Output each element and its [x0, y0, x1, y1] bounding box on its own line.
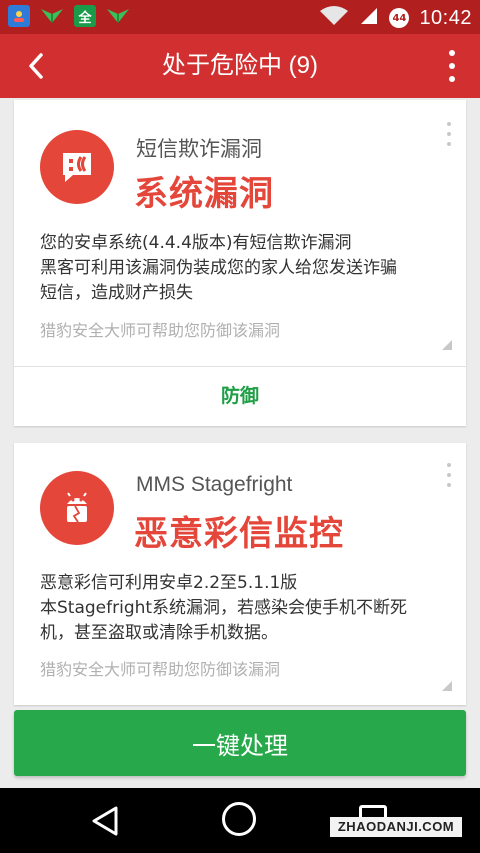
bird-notification-icon [40, 5, 64, 27]
description-line: 黑客可利用该漏洞伪装成您的家人给您发送诈骗 [40, 258, 397, 278]
contacts-app-icon [8, 5, 30, 27]
vulnerability-card: 短信欺诈漏洞 系统漏洞 您的安卓系统(4.4.4版本)有短信欺诈漏洞 黑客可利用… [14, 100, 466, 426]
vulnerability-subtitle: 短信欺诈漏洞 [136, 138, 262, 161]
corner-fold-icon [442, 340, 452, 350]
vulnerability-description: 恶意彩信可利用安卓2.2至5.1.1版 本Stagefright系统漏洞，若感染… [40, 571, 460, 646]
status-time: 10:42 [419, 6, 472, 29]
status-indicators: 44 10:42 [319, 5, 472, 31]
android-broken-icon [40, 471, 114, 545]
defend-button[interactable]: 防御 [14, 367, 466, 425]
bird-notification-icon [106, 5, 130, 27]
corner-fold-icon [442, 681, 452, 691]
back-button[interactable] [18, 48, 54, 84]
notification-icons: 全 [8, 5, 130, 27]
chevron-left-icon [29, 53, 43, 79]
description-line: 本Stagefright系统漏洞，若感染会使手机不断死 [40, 598, 408, 618]
watermark: ZHAODANJI.COM [330, 817, 462, 837]
battery-icon: 44 [389, 8, 410, 28]
description-line: 机，甚至盗取或清除手机数据。 [40, 623, 278, 643]
page-title: 处于危险中 (9) [162, 52, 318, 79]
sms-warning-icon [40, 130, 114, 204]
card-menu-button[interactable] [446, 122, 452, 146]
quanmin-app-icon: 全 [74, 5, 96, 27]
more-vertical-icon [449, 50, 455, 56]
signal-icon [359, 6, 379, 30]
status-bar: 全 44 10:42 [0, 0, 480, 34]
vulnerability-footnote: 猎豹安全大师可帮助您防御该漏洞 [40, 660, 281, 679]
app-bar: 处于危险中 (9) [0, 34, 480, 98]
home-circle-icon[interactable] [222, 802, 256, 836]
vulnerability-footnote: 猎豹安全大师可帮助您防御该漏洞 [40, 321, 281, 340]
one-click-fix-button[interactable]: 一键处理 [14, 710, 466, 776]
vulnerability-description: 您的安卓系统(4.4.4版本)有短信欺诈漏洞 黑客可利用该漏洞伪装成您的家人给您… [40, 231, 460, 306]
card-menu-button[interactable] [446, 463, 452, 487]
back-triangle-icon[interactable] [88, 804, 122, 842]
wifi-icon [319, 5, 349, 31]
description-line: 短信，造成财产损失 [40, 283, 193, 303]
more-options-button[interactable] [442, 50, 462, 82]
vulnerability-title: 恶意彩信监控 [134, 514, 344, 554]
vulnerability-card: MMS Stagefright 恶意彩信监控 恶意彩信可利用安卓2.2至5.1.… [14, 443, 466, 705]
vulnerability-title: 系统漏洞 [134, 174, 274, 214]
description-line: 恶意彩信可利用安卓2.2至5.1.1版 [40, 573, 298, 593]
description-line: 您的安卓系统(4.4.4版本)有短信欺诈漏洞 [40, 233, 352, 253]
vulnerability-subtitle: MMS Stagefright [136, 473, 293, 496]
